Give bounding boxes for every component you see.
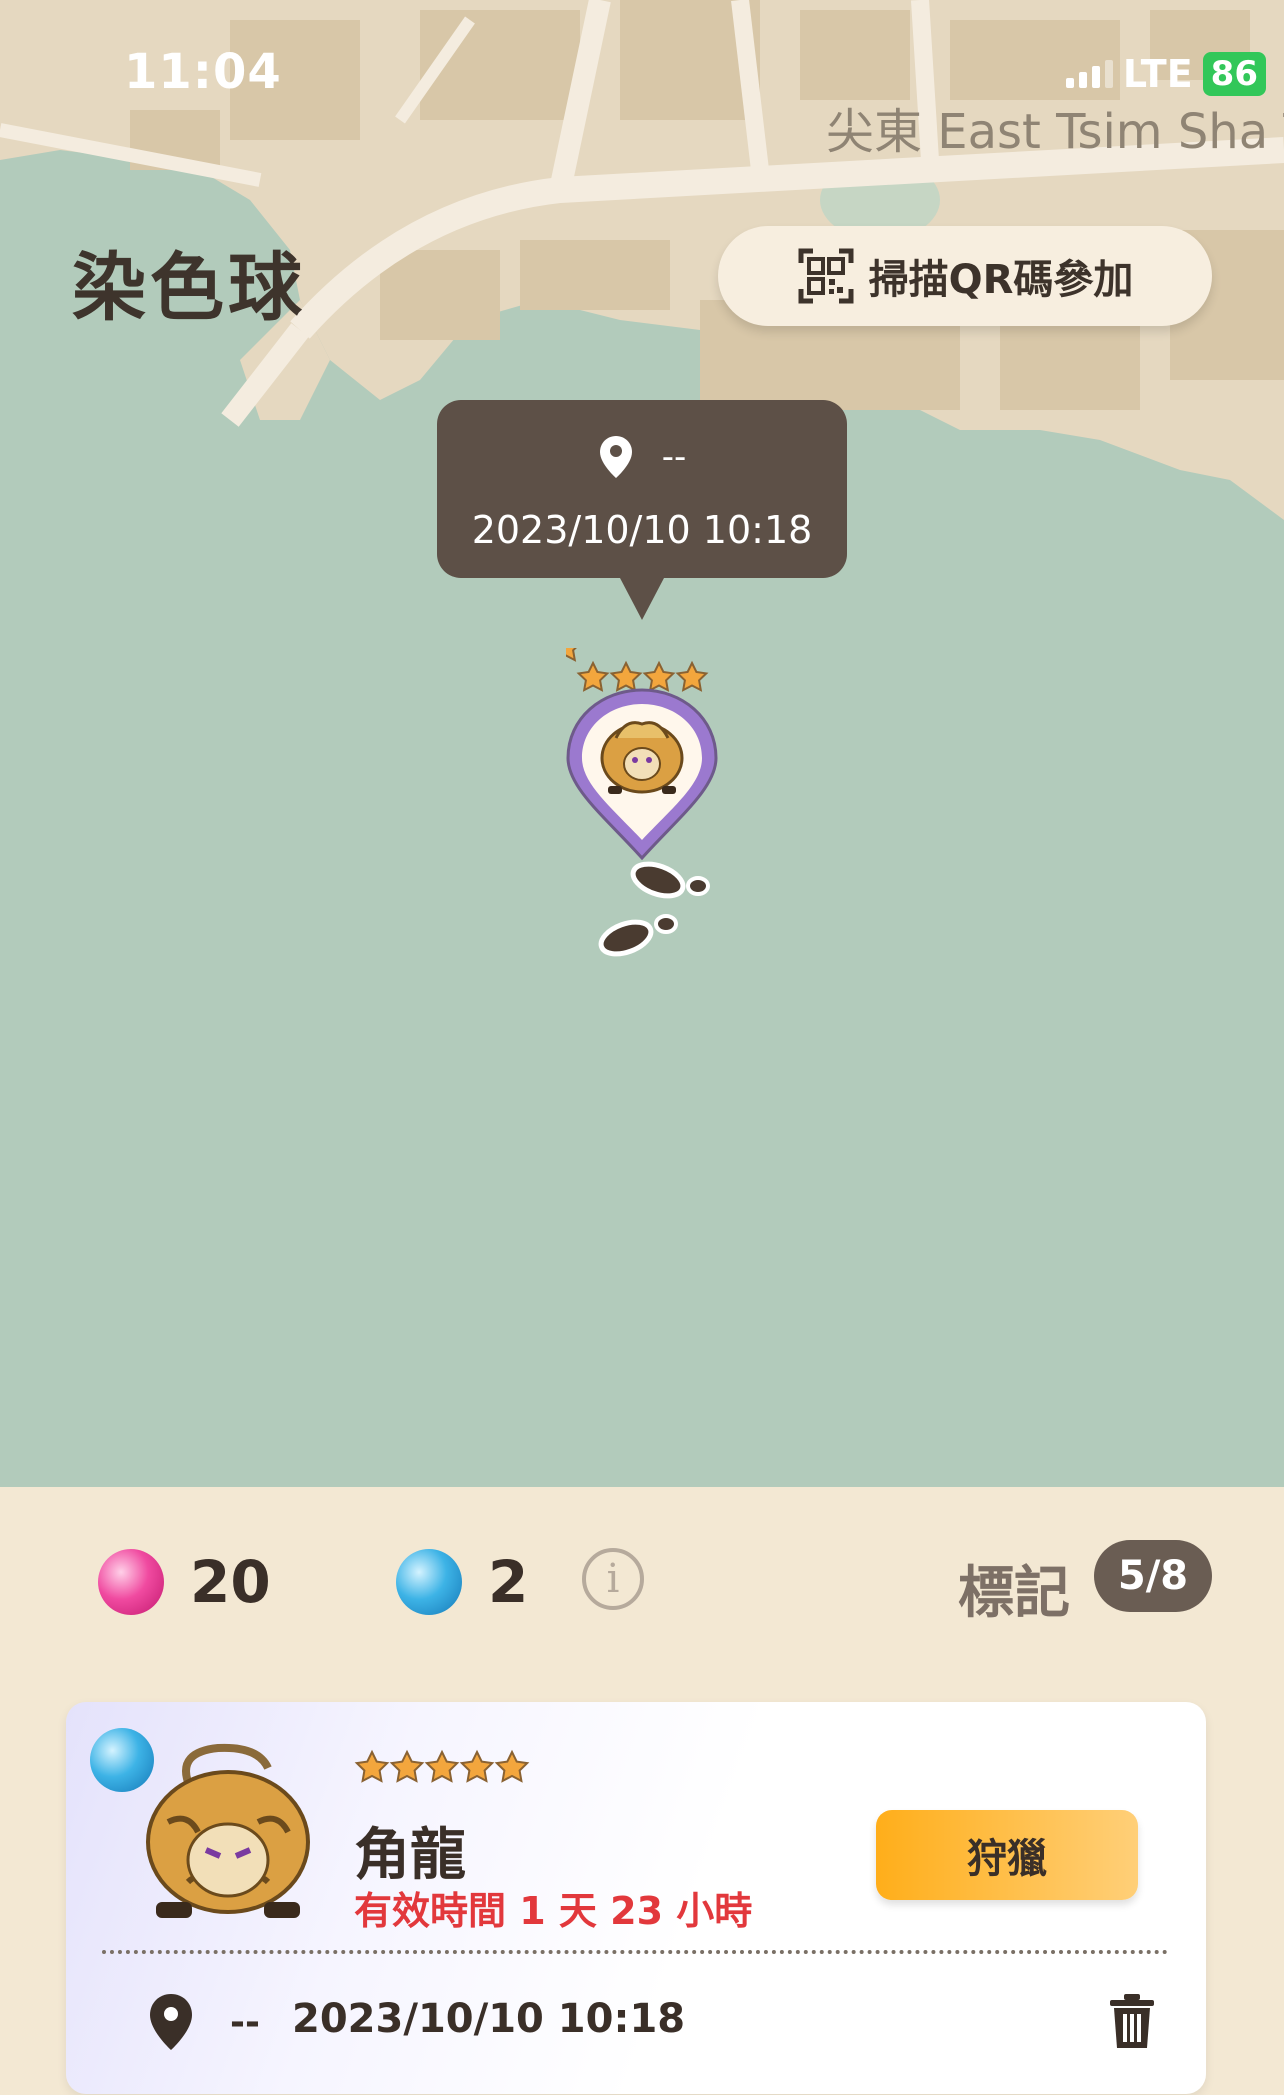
mark-count-badge: 5/8 [1094,1540,1212,1612]
page-title: 染色球 [72,245,306,331]
scan-qr-label: 掃描QR碼參加 [868,257,1134,303]
monster-name: 角龍 [354,1823,466,1888]
trash-icon[interactable] [1106,1992,1158,2052]
status-indicators: LTE 86 [1065,52,1266,96]
card-divider [102,1950,1168,1954]
marker-tooltip: -- 2023/10/10 10:18 [437,400,847,620]
pin-icon [599,436,632,478]
monster-image [146,1743,310,1918]
blue-orb-count: 2 [488,1548,529,1616]
network-type: LTE [1122,52,1193,96]
map-place-label: 尖東 East Tsim Sha T [826,104,1284,160]
validity-time: 有效時間 1 天 23 小時 [354,1889,753,1933]
map-view[interactable]: 11:04 LTE 86 尖東 East Tsim Sha T 染色球 掃描QR… [0,0,1284,1487]
pink-orb-counter: 20 [98,1548,271,1616]
battery-level: 86 [1202,52,1266,96]
pink-orb-icon [98,1549,164,1615]
location-pin-icon [150,1994,192,2050]
status-time: 11:04 [124,44,282,100]
blue-orb-icon [396,1549,462,1615]
qr-code-icon [798,248,854,304]
marker-stars [566,648,577,662]
info-icon[interactable]: i [582,1548,644,1610]
footprints-icon [598,861,710,957]
scan-qr-button[interactable]: 掃描QR碼參加 [718,226,1212,326]
hunt-button[interactable]: 狩獵 [876,1810,1138,1900]
card-stars [355,1751,529,1782]
card-location: -- [230,2002,260,2043]
card-orb-icon [90,1728,154,1792]
monster-icon [600,721,684,794]
monster-card[interactable]: 角龍 有效時間 1 天 23 小時 狩獵 -- 2023/10/10 10:18 [66,1702,1206,2094]
monster-map-marker[interactable] [566,648,726,968]
pink-orb-count: 20 [190,1548,271,1616]
mark-label: 標記 [958,1561,1070,1626]
card-datetime: 2023/10/10 10:18 [292,1996,686,2042]
signal-icon [1065,60,1113,88]
tooltip-location: -- [661,437,687,477]
tooltip-datetime: 2023/10/10 10:18 [471,508,813,552]
blue-orb-counter: 2 [396,1548,528,1616]
